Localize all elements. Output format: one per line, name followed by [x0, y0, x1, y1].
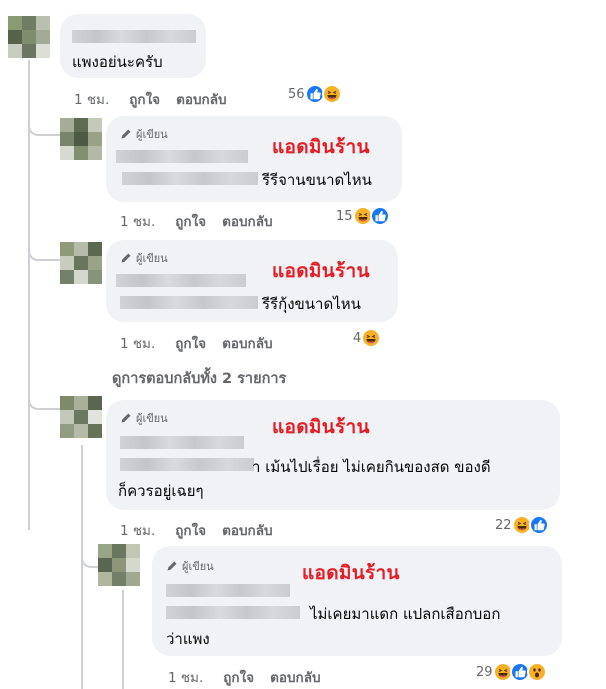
reply-button[interactable]: ตอบกลับ: [270, 666, 320, 688]
blurred-text: [166, 606, 300, 619]
blurred-name: [166, 584, 290, 597]
reaction-count: 22: [495, 517, 512, 533]
reaction-summary[interactable]: 29: [476, 662, 547, 682]
comment-text: า เม้นไปเรื่อย ไม่เคยกินของสด ของดี: [252, 458, 491, 476]
admin-label: แอดมินร้าน: [272, 260, 370, 282]
author-badge-label: ผู้เขียน: [136, 128, 168, 141]
comment-text: แพงอย่นะครับ: [72, 53, 163, 71]
avatar[interactable]: [8, 16, 50, 58]
comment-actions: 1 ชม. ถูกใจ ตอบกลับ: [120, 332, 273, 354]
like-button[interactable]: ถูกใจ: [175, 519, 206, 541]
blurred-name: [116, 150, 248, 163]
pen-icon: [121, 129, 131, 139]
comment-bubble: ผู้เขียน แอดมินร้าน รีรีจานขนาดไหน: [106, 116, 402, 202]
like-button[interactable]: ถูกใจ: [175, 332, 206, 354]
pen-icon: [121, 413, 131, 423]
timestamp[interactable]: 1 ชม.: [120, 519, 155, 541]
comment-text: ก็ควรอยู่เฉยๆ: [118, 482, 204, 500]
timestamp[interactable]: 1 ชม.: [74, 88, 109, 110]
admin-label: แอดมินร้าน: [272, 416, 370, 438]
comment-bubble: ผู้เขียน แอดมินร้าน ไม่เคยมาแดก แปลกเสือ…: [152, 546, 562, 656]
haha-reaction-icon: [361, 328, 382, 348]
comment-bubble: ผู้เขียน แอดมินร้าน รีรีกุ้งขนาดไหน: [106, 240, 398, 322]
timestamp[interactable]: 1 ชม.: [120, 332, 155, 354]
comment-text: รีรีจานขนาดไหน: [262, 171, 372, 189]
blurred-text: [120, 296, 258, 309]
reaction-summary[interactable]: 15: [336, 206, 390, 226]
admin-label: แอดมินร้าน: [272, 136, 370, 158]
comment-text: รีรีกุ้งขนาดไหน: [262, 295, 361, 313]
like-reaction-icon: [369, 206, 390, 226]
reply-button[interactable]: ตอบกลับ: [222, 519, 272, 541]
reply-button[interactable]: ตอบกลับ: [222, 332, 272, 354]
comment-actions: 1 ชม. ถูกใจ ตอบกลับ: [168, 666, 321, 688]
admin-label: แอดมินร้าน: [302, 562, 400, 584]
avatar[interactable]: [98, 544, 140, 586]
reaction-summary[interactable]: 4: [353, 328, 382, 348]
like-button[interactable]: ถูกใจ: [175, 210, 206, 232]
wow-reaction-icon: [526, 662, 547, 682]
reaction-count: 56: [288, 86, 305, 102]
reaction-count: 29: [476, 664, 493, 680]
reaction-summary[interactable]: 22: [495, 515, 549, 535]
thread-line-nested: [81, 445, 83, 689]
thread-elbow: [81, 540, 99, 568]
timestamp[interactable]: 1 ชม.: [120, 210, 155, 232]
author-badge-label: ผู้เขียน: [182, 560, 214, 573]
blurred-name: [116, 274, 246, 287]
comment-actions: 1 ชม. ถูกใจ ตอบกลับ: [74, 88, 227, 110]
reaction-summary[interactable]: 56: [288, 84, 342, 104]
haha-reaction-icon: [321, 84, 342, 104]
author-badge: ผู้เขียน: [120, 125, 168, 143]
thread-elbow: [28, 225, 60, 261]
thread-line-sub: [122, 590, 124, 689]
timestamp[interactable]: 1 ชม.: [168, 666, 203, 688]
comment-text: ว่าแพง: [166, 630, 210, 648]
author-badge: ผู้เขียน: [120, 409, 168, 427]
avatar[interactable]: [60, 242, 102, 284]
blurred-name: [120, 436, 244, 449]
blurred-name: [72, 30, 196, 43]
reply-button[interactable]: ตอบกลับ: [176, 88, 226, 110]
pen-icon: [167, 561, 177, 571]
like-reaction-icon: [528, 515, 549, 535]
blurred-text: [122, 172, 258, 185]
comment-bubble: แพงอย่นะครับ: [60, 14, 206, 78]
pen-icon: [121, 253, 131, 263]
reaction-count: 15: [336, 208, 353, 224]
comment-bubble: ผู้เขียน แอดมินร้าน า เม้นไปเรื่อย ไม่เค…: [106, 400, 560, 510]
reaction-count: 4: [353, 330, 362, 346]
author-badge-label: ผู้เขียน: [136, 252, 168, 265]
comment-actions: 1 ชม. ถูกใจ ตอบกลับ: [120, 519, 273, 541]
avatar[interactable]: [60, 396, 102, 438]
author-badge-label: ผู้เขียน: [136, 412, 168, 425]
author-badge: ผู้เขียน: [120, 249, 168, 267]
avatar[interactable]: [60, 118, 102, 160]
thread-elbow: [28, 380, 60, 410]
view-more-replies-link[interactable]: ดูการตอบกลับทั้ง 2 รายการ: [112, 367, 286, 390]
like-button[interactable]: ถูกใจ: [129, 88, 160, 110]
author-badge: ผู้เขียน: [166, 557, 214, 575]
like-button[interactable]: ถูกใจ: [223, 666, 254, 688]
comment-actions: 1 ชม. ถูกใจ ตอบกลับ: [120, 210, 273, 232]
reply-button[interactable]: ตอบกลับ: [222, 210, 272, 232]
blurred-text: [120, 458, 254, 471]
thread-elbow: [28, 100, 60, 136]
comment-text: ไม่เคยมาแดก แปลกเสือกบอก: [310, 605, 501, 623]
